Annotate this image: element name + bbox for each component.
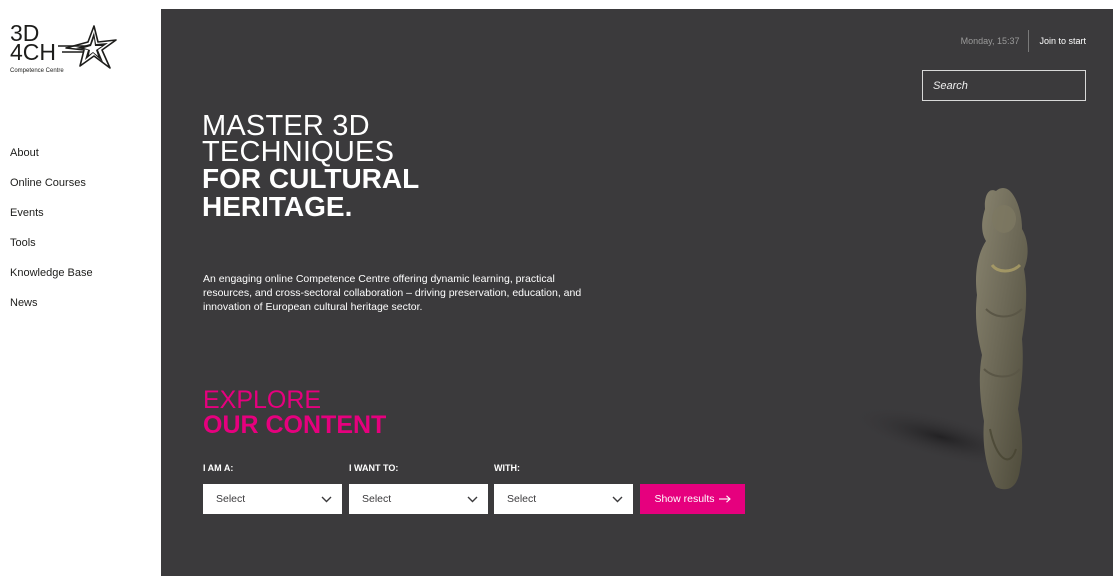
sidebar-nav: About Online Courses Events Tools Knowle… [10,146,93,326]
sidebar-item-tools[interactable]: Tools [10,236,93,266]
select-i-am-a[interactable]: Select [203,484,342,514]
headline-line-4: HERITAGE. [202,191,353,222]
sidebar-item-events[interactable]: Events [10,206,93,236]
show-results-label: Show results [654,493,715,505]
explore-heading: EXPLORE OUR CONTENT [203,386,387,439]
top-bar: Monday, 15:37 Join to start [961,29,1086,53]
select-with[interactable]: Select [494,484,633,514]
description-line-1: An engaging online Competence Centre off… [203,273,555,285]
description-line-3: innovation of European cultural heritage… [203,301,423,313]
join-button[interactable]: Join to start [1029,36,1086,46]
arrow-right-icon [718,495,731,503]
star-icon [58,25,117,69]
headline-line-2: TECHNIQUES [202,136,395,168]
search-box[interactable] [922,70,1086,101]
sidebar-item-knowledge-base[interactable]: Knowledge Base [10,266,93,296]
chevron-down-icon [612,496,623,502]
filter-label-i-am-a: I AM A: [203,463,234,473]
statue-image [848,188,1034,490]
select-value: Select [216,493,246,505]
select-value: Select [507,493,537,505]
hero-headline: MASTER 3D TECHNIQUES FOR CULTURAL HERITA… [202,112,420,222]
select-i-want-to[interactable]: Select [349,484,488,514]
explore-title-bold: OUR CONTENT [203,411,387,439]
show-results-button[interactable]: Show results [640,484,745,514]
site-logo[interactable]: 3D 4CH Competence Centre [10,20,130,124]
datetime-display: Monday, 15:37 [960,36,1020,46]
description-line-2: resources, and cross-sectoral collaborat… [203,287,582,299]
chevron-down-icon [321,496,332,502]
logo-wordmark: 3D 4CH [10,20,57,65]
search-input[interactable] [933,79,1075,92]
logo-subtitle: Competence Centre [10,68,64,74]
select-value: Select [362,493,392,505]
hero-section: Monday, 15:37 Join to start MASTER 3D TE… [161,9,1113,576]
sidebar-item-news[interactable]: News [10,296,93,326]
sidebar-item-about[interactable]: About [10,146,93,176]
hero-description: An engaging online Competence Centre off… [203,272,643,314]
sidebar: 3D 4CH Competence Centre About Online Co… [0,0,161,576]
headline-line-3: FOR CULTURAL [202,163,420,194]
filter-label-i-want-to: I WANT TO: [349,463,399,473]
filter-label-with: WITH: [494,463,520,473]
sidebar-item-online-courses[interactable]: Online Courses [10,176,93,206]
explore-title-light: EXPLORE [203,386,322,414]
chevron-down-icon [467,496,478,502]
